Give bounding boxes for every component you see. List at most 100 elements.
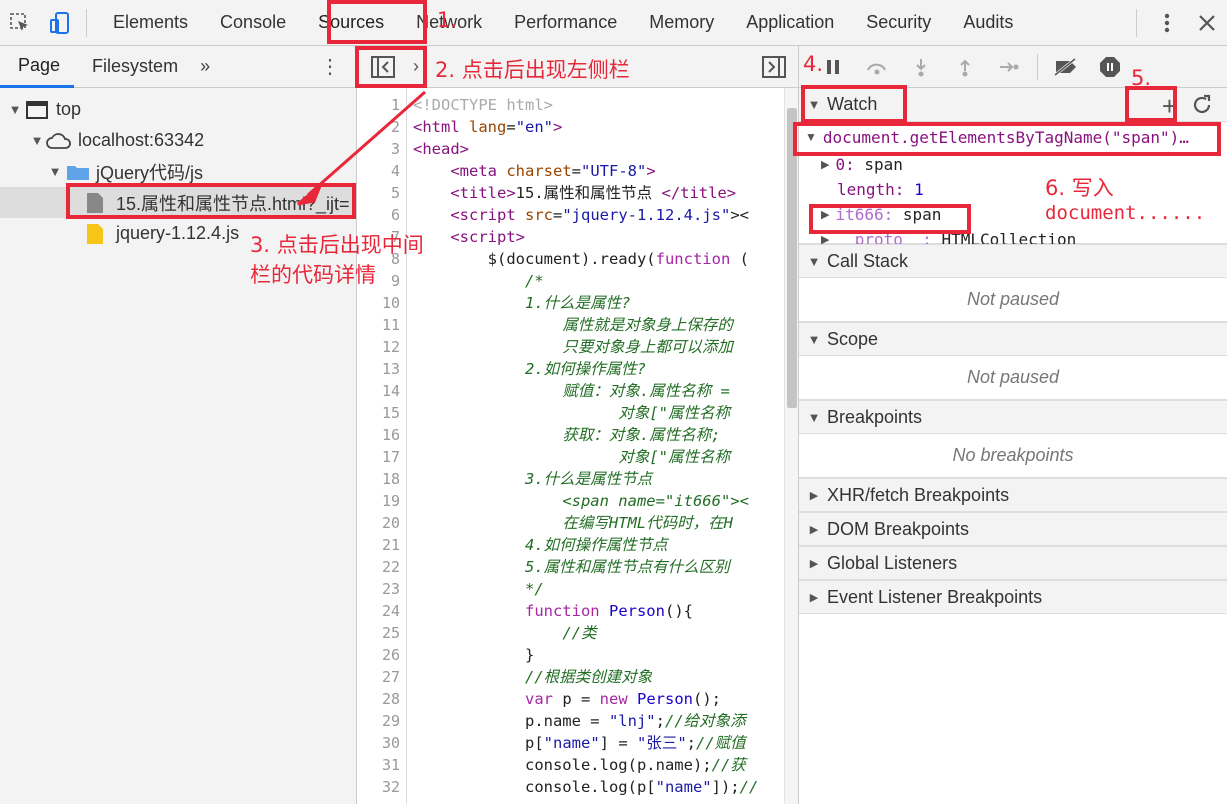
call-stack-pane-header[interactable]: ▼ Call Stack — [799, 244, 1227, 278]
triangle-right-icon[interactable]: ▶ — [821, 158, 829, 171]
tab-filesystem[interactable]: Filesystem — [74, 46, 192, 88]
device-toolbar-icon[interactable] — [40, 0, 80, 46]
code-line: 4.如何操作属性节点 — [524, 536, 668, 554]
pane-title: Scope — [827, 328, 879, 349]
line-number[interactable]: 13 — [357, 358, 406, 380]
pane-title: Event Listener Breakpoints — [827, 586, 1043, 607]
code-line: 5.属性和属性节点有什么区别 — [524, 558, 730, 576]
line-number[interactable]: 27 — [357, 666, 406, 688]
code-line: */ — [524, 580, 544, 598]
toolbar-separator — [1037, 53, 1038, 80]
line-number[interactable]: 17 — [357, 446, 406, 468]
close-icon[interactable] — [1187, 0, 1227, 46]
kebab-menu-icon[interactable]: ⋮ — [320, 54, 340, 79]
global-listeners-pane-header[interactable]: ▶ Global Listeners — [799, 546, 1227, 580]
tab-console[interactable]: Console — [204, 0, 302, 46]
scope-pane-header[interactable]: ▼ Scope — [799, 322, 1227, 356]
toolbar-separator — [1136, 9, 1137, 37]
triangle-right-icon[interactable]: ▶ — [805, 557, 823, 570]
highlight-watch-header — [801, 85, 907, 123]
step-into-icon[interactable] — [899, 46, 943, 88]
tab-security[interactable]: Security — [850, 0, 947, 46]
triangle-right-icon[interactable]: ▶ — [805, 591, 823, 604]
code-line: 对象["属性名称 — [618, 404, 730, 422]
code-line: 2.如何操作属性? — [524, 360, 646, 378]
line-number[interactable]: 15 — [357, 402, 406, 424]
triangle-down-icon[interactable]: ▼ — [6, 102, 24, 117]
devtools-toolbar: Elements Console Sources Network Perform… — [0, 0, 1227, 46]
tab-page[interactable]: Page — [0, 46, 75, 88]
deactivate-breakpoints-icon[interactable] — [1044, 46, 1088, 88]
line-number[interactable]: 30 — [357, 732, 406, 754]
triangle-down-icon[interactable]: ▼ — [805, 332, 823, 347]
code-line: 对象["属性名称 — [618, 448, 730, 466]
line-number[interactable]: 29 — [357, 710, 406, 732]
line-number[interactable]: 21 — [357, 534, 406, 556]
tab-audits[interactable]: Audits — [947, 0, 1029, 46]
tab-application[interactable]: Application — [730, 0, 850, 46]
code-line: <meta charset="UTF-8"> — [450, 162, 656, 180]
more-tabs-icon[interactable]: » — [192, 56, 218, 77]
code-line: console.log(p.name);//获 — [413, 756, 746, 774]
line-number[interactable]: 14 — [357, 380, 406, 402]
line-number[interactable]: 10 — [357, 292, 406, 314]
line-number[interactable]: 31 — [357, 754, 406, 776]
tab-memory[interactable]: Memory — [633, 0, 730, 46]
line-number[interactable]: 32 — [357, 776, 406, 798]
code-line: <head> — [413, 140, 469, 158]
breakpoints-empty: No breakpoints — [799, 434, 1227, 478]
line-number[interactable]: 19 — [357, 490, 406, 512]
step-over-icon[interactable] — [855, 46, 899, 88]
triangle-right-icon[interactable]: ▶ — [805, 489, 823, 502]
tab-elements[interactable]: Elements — [97, 0, 204, 46]
watch-prop-row: length: 1 — [837, 180, 924, 199]
highlight-it666-row — [809, 204, 971, 234]
code-lines[interactable]: <!DOCTYPE html> <html lang="en"> <head> … — [413, 88, 785, 804]
refresh-icon[interactable] — [1191, 94, 1213, 121]
xhr-breakpoints-pane-header[interactable]: ▶ XHR/fetch Breakpoints — [799, 478, 1227, 512]
triangle-down-icon[interactable]: ▼ — [805, 410, 823, 425]
line-number[interactable]: 23 — [357, 578, 406, 600]
line-number[interactable]: 16 — [357, 424, 406, 446]
event-listener-breakpoints-pane-header[interactable]: ▶ Event Listener Breakpoints — [799, 580, 1227, 614]
step-out-icon[interactable] — [943, 46, 987, 88]
editor-scrollbar[interactable] — [784, 88, 798, 804]
triangle-down-icon[interactable]: ▼ — [46, 164, 64, 179]
debugger-sidebar: ▼ Watch + ▼ document.getElementsByTagNam… — [798, 46, 1227, 804]
toggle-debugger-icon[interactable] — [762, 56, 786, 83]
code-line: <script> — [450, 228, 525, 246]
kebab-menu-icon[interactable] — [1147, 0, 1187, 46]
annotation-arrow — [297, 90, 426, 206]
pane-title: Global Listeners — [827, 552, 958, 573]
annotation-6-line1: 6. 写入 — [1045, 176, 1114, 200]
line-number[interactable]: 28 — [357, 688, 406, 710]
tree-label: jQuery代码/js — [96, 162, 204, 183]
line-number[interactable]: 18 — [357, 468, 406, 490]
pause-on-exceptions-icon[interactable] — [1088, 46, 1132, 88]
code-line: p.name = "lnj";//给对象添 — [413, 712, 746, 730]
inspect-element-icon[interactable] — [0, 0, 40, 46]
dom-breakpoints-pane-header[interactable]: ▶ DOM Breakpoints — [799, 512, 1227, 546]
line-number[interactable]: 22 — [357, 556, 406, 578]
line-number[interactable]: 25 — [357, 622, 406, 644]
tree-label: jquery-1.12.4.js — [116, 223, 240, 243]
pane-title: Call Stack — [827, 250, 909, 271]
line-number[interactable]: 12 — [357, 336, 406, 358]
tab-performance[interactable]: Performance — [498, 0, 633, 46]
code-line: 3.什么是属性节点 — [524, 470, 653, 488]
line-number[interactable]: 26 — [357, 644, 406, 666]
js-file-icon — [87, 223, 103, 244]
line-number[interactable]: 11 — [357, 314, 406, 336]
code-line: <script src="jquery-1.12.4.js">< — [450, 206, 749, 224]
code-line: console.log(p["name"]);// — [413, 778, 759, 796]
pane-title: DOM Breakpoints — [827, 518, 970, 539]
step-icon[interactable] — [987, 46, 1031, 88]
frame-icon — [26, 100, 48, 119]
code-line: $(document).ready(function ( — [413, 250, 749, 268]
triangle-right-icon[interactable]: ▶ — [805, 523, 823, 536]
line-number[interactable]: 20 — [357, 512, 406, 534]
breakpoints-pane-header[interactable]: ▼ Breakpoints — [799, 400, 1227, 434]
triangle-down-icon[interactable]: ▼ — [805, 254, 823, 269]
triangle-down-icon[interactable]: ▼ — [28, 133, 46, 148]
line-number[interactable]: 24 — [357, 600, 406, 622]
